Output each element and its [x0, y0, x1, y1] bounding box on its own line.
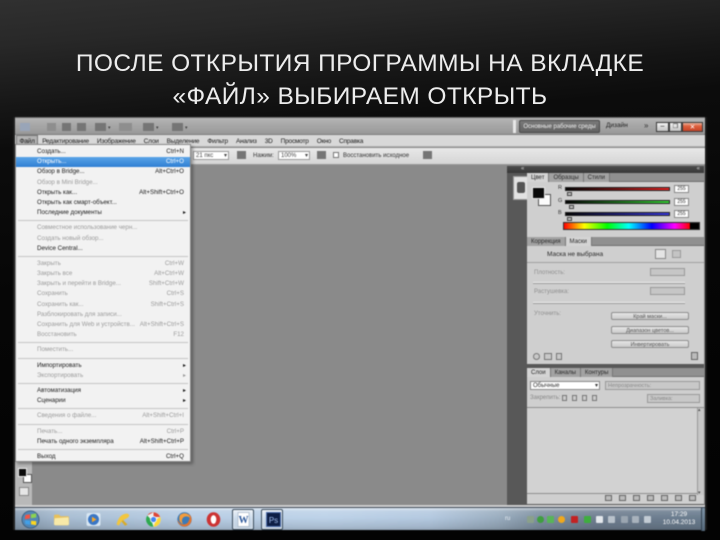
svg-text:Ps: Ps: [269, 516, 278, 525]
svg-text:W: W: [239, 515, 249, 526]
